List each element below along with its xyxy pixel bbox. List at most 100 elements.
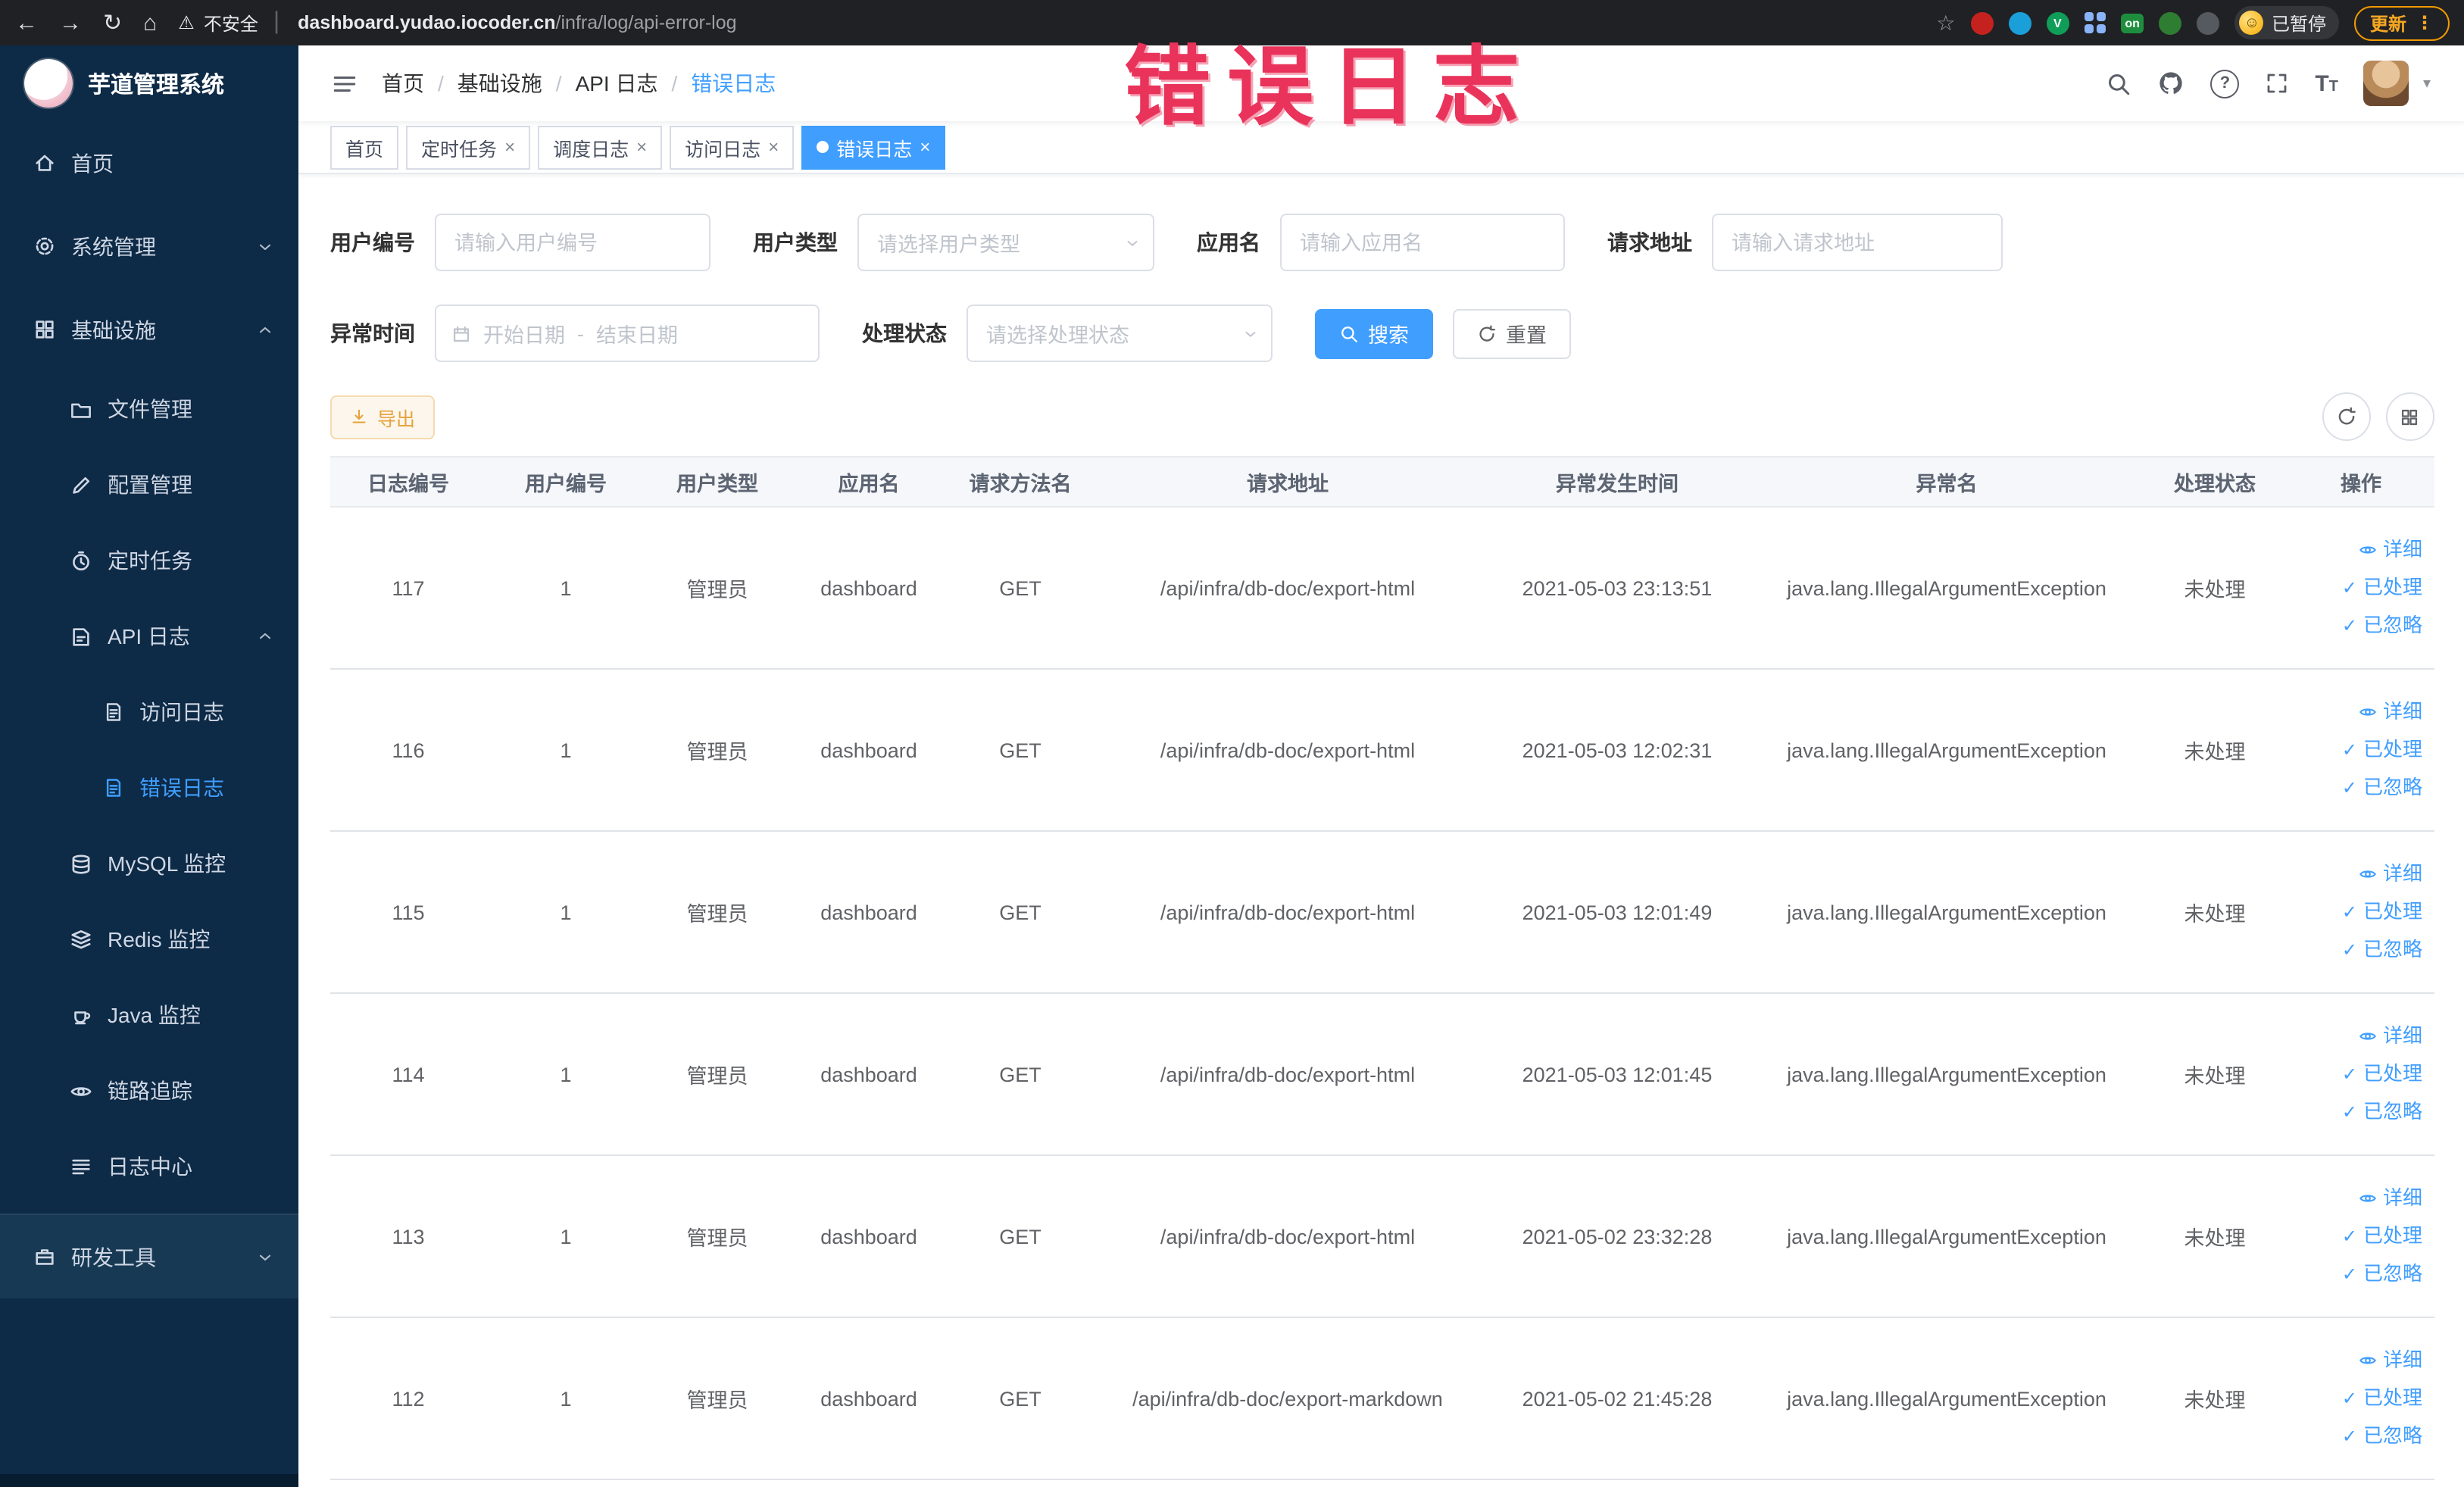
process-status-label: 处理状态 <box>862 321 947 345</box>
help-icon[interactable]: ? <box>2210 69 2240 98</box>
detail-link[interactable]: 详细 <box>2359 858 2422 891</box>
breadcrumb-infrastructure[interactable]: 基础设施 <box>458 68 542 98</box>
user-id-input[interactable] <box>435 214 710 271</box>
active-dot <box>817 141 829 153</box>
status-text: 未处理 <box>2184 1389 2246 1412</box>
sidebar-item-dev-tools[interactable]: 研发工具 <box>0 1214 298 1298</box>
address-bar[interactable]: dashboard.yudao.iocoder.cn/infra/log/api… <box>298 12 1927 33</box>
process-status-select[interactable]: 请选择处理状态 <box>967 305 1273 362</box>
processed-link[interactable]: ✓ 已处理 <box>2342 571 2422 604</box>
bookmark-star-icon[interactable]: ☆ <box>1936 10 1955 36</box>
extension-icon-red[interactable] <box>1970 11 1994 34</box>
app-name-input[interactable] <box>1280 214 1565 271</box>
site-security-chip[interactable]: ⚠ 不安全 <box>178 10 258 36</box>
user-avatar[interactable] <box>2363 61 2409 106</box>
date-range-picker[interactable]: 开始日期 - 结束日期 <box>435 305 820 362</box>
ignored-link[interactable]: ✓ 已忽略 <box>2342 1257 2422 1291</box>
browser-forward-icon[interactable]: → <box>59 11 82 34</box>
browser-toolbar: ← → ↻ ⌂ ⚠ 不安全 | dashboard.yudao.iocoder.… <box>0 0 2464 45</box>
chevron-down-icon <box>256 1248 274 1266</box>
search-icon[interactable] <box>2106 70 2131 96</box>
sidebar-item-file-management[interactable]: 文件管理 <box>0 371 298 447</box>
tab-error-log[interactable]: 错误日志 × <box>801 125 946 169</box>
column-settings-button[interactable] <box>2385 392 2434 441</box>
tab-access-log[interactable]: 访问日志 × <box>670 125 795 169</box>
detail-link[interactable]: 详细 <box>2359 1020 2422 1053</box>
table-row: 116 1 管理员 dashboard GET /api/infra/db-do… <box>330 670 2434 832</box>
breadcrumb-api-log[interactable]: API 日志 <box>576 68 658 98</box>
detail-link[interactable]: 详细 <box>2359 695 2422 729</box>
chevron-up-icon <box>256 320 274 339</box>
processed-link[interactable]: ✓ 已处理 <box>2342 1220 2422 1253</box>
tab-scheduled-tasks[interactable]: 定时任务 × <box>406 125 531 169</box>
chevron-down-icon <box>1124 234 1141 251</box>
briefcase-icon <box>33 1245 56 1268</box>
app-logo[interactable]: 芋道管理系统 <box>0 45 298 121</box>
sidebar-item-infrastructure[interactable]: 基础设施 <box>0 288 298 371</box>
processed-link[interactable]: ✓ 已处理 <box>2342 1057 2422 1091</box>
font-size-icon[interactable]: TT <box>2315 72 2338 95</box>
sidebar-item-trace[interactable]: 链路追踪 <box>0 1053 298 1129</box>
browser-reload-icon[interactable]: ↻ <box>103 11 122 34</box>
extension-icon-grid[interactable] <box>2084 12 2106 33</box>
processed-link[interactable]: ✓ 已处理 <box>2342 895 2422 929</box>
browser-home-icon[interactable]: ⌂ <box>143 11 157 34</box>
hamburger-icon[interactable] <box>332 70 358 96</box>
check-icon: ✓ <box>2341 577 2357 598</box>
sidebar-item-config-management[interactable]: 配置管理 <box>0 447 298 523</box>
avatar-caret-icon[interactable]: ▾ <box>2423 75 2431 92</box>
extension-icon-v[interactable]: V <box>2046 11 2069 34</box>
extension-icon-leaf[interactable] <box>2159 11 2182 34</box>
status-text: 未处理 <box>2184 579 2246 601</box>
processed-link[interactable]: ✓ 已处理 <box>2342 733 2422 767</box>
check-icon: ✓ <box>2341 739 2357 761</box>
search-button[interactable]: 搜索 <box>1315 308 1433 358</box>
detail-link[interactable]: 详细 <box>2359 1344 2422 1377</box>
ignored-link[interactable]: ✓ 已忽略 <box>2342 933 2422 967</box>
user-id-label: 用户编号 <box>330 230 415 255</box>
github-icon[interactable] <box>2157 70 2184 97</box>
sidebar-collapse-bar[interactable] <box>0 1473 298 1487</box>
request-url-input[interactable] <box>1712 214 2003 271</box>
ignored-link[interactable]: ✓ 已忽略 <box>2342 609 2422 642</box>
close-icon[interactable]: × <box>920 136 930 158</box>
sidebar-item-access-log[interactable]: 访问日志 <box>0 674 298 750</box>
processed-link[interactable]: ✓ 已处理 <box>2342 1382 2422 1415</box>
close-icon[interactable]: × <box>768 136 779 158</box>
reset-button[interactable]: 重置 <box>1453 308 1571 358</box>
status-text: 未处理 <box>2184 1227 2246 1250</box>
profile-paused-chip[interactable]: ☺ 已暂停 <box>2234 6 2340 39</box>
sidebar-item-error-log[interactable]: 错误日志 <box>0 750 298 826</box>
ignored-link[interactable]: ✓ 已忽略 <box>2342 1095 2422 1129</box>
folder-icon <box>70 398 92 420</box>
detail-link[interactable]: 详细 <box>2359 533 2422 567</box>
update-label: 更新 <box>2369 13 2406 34</box>
sidebar-item-system-management[interactable]: 系统管理 <box>0 205 298 288</box>
user-type-select[interactable]: 请选择用户类型 <box>857 214 1154 271</box>
sidebar-item-log-center[interactable]: 日志中心 <box>0 1129 298 1204</box>
close-icon[interactable]: × <box>636 136 647 158</box>
fullscreen-icon[interactable] <box>2265 71 2289 95</box>
tab-home[interactable]: 首页 <box>330 125 399 169</box>
sidebar-item-scheduled-tasks[interactable]: 定时任务 <box>0 523 298 598</box>
sidebar-item-java-monitor[interactable]: Java 监控 <box>0 977 298 1053</box>
close-icon[interactable]: × <box>504 136 515 158</box>
security-label: 不安全 <box>203 13 258 34</box>
breadcrumb-home[interactable]: 首页 <box>382 68 424 98</box>
chrome-update-button[interactable]: 更新 ⋮ <box>2354 5 2449 40</box>
tab-schedule-log[interactable]: 调度日志 × <box>538 125 663 169</box>
sidebar-item-home[interactable]: 首页 <box>0 121 298 205</box>
sidebar-item-mysql-monitor[interactable]: MySQL 监控 <box>0 826 298 901</box>
coffee-icon <box>70 1004 92 1026</box>
detail-link[interactable]: 详细 <box>2359 1182 2422 1215</box>
ignored-link[interactable]: ✓ 已忽略 <box>2342 771 2422 804</box>
browser-back-icon[interactable]: ← <box>15 11 38 34</box>
extension-icon-droplet[interactable] <box>2008 11 2031 34</box>
ignored-link[interactable]: ✓ 已忽略 <box>2342 1420 2422 1453</box>
sidebar-item-api-log[interactable]: API 日志 <box>0 598 298 674</box>
refresh-button[interactable] <box>2322 392 2370 441</box>
export-button[interactable]: 导出 <box>330 395 436 439</box>
extension-icon-puzzle[interactable] <box>2197 11 2220 34</box>
sidebar-item-redis-monitor[interactable]: Redis 监控 <box>0 901 298 977</box>
extension-icon-on[interactable]: on <box>2120 13 2144 33</box>
